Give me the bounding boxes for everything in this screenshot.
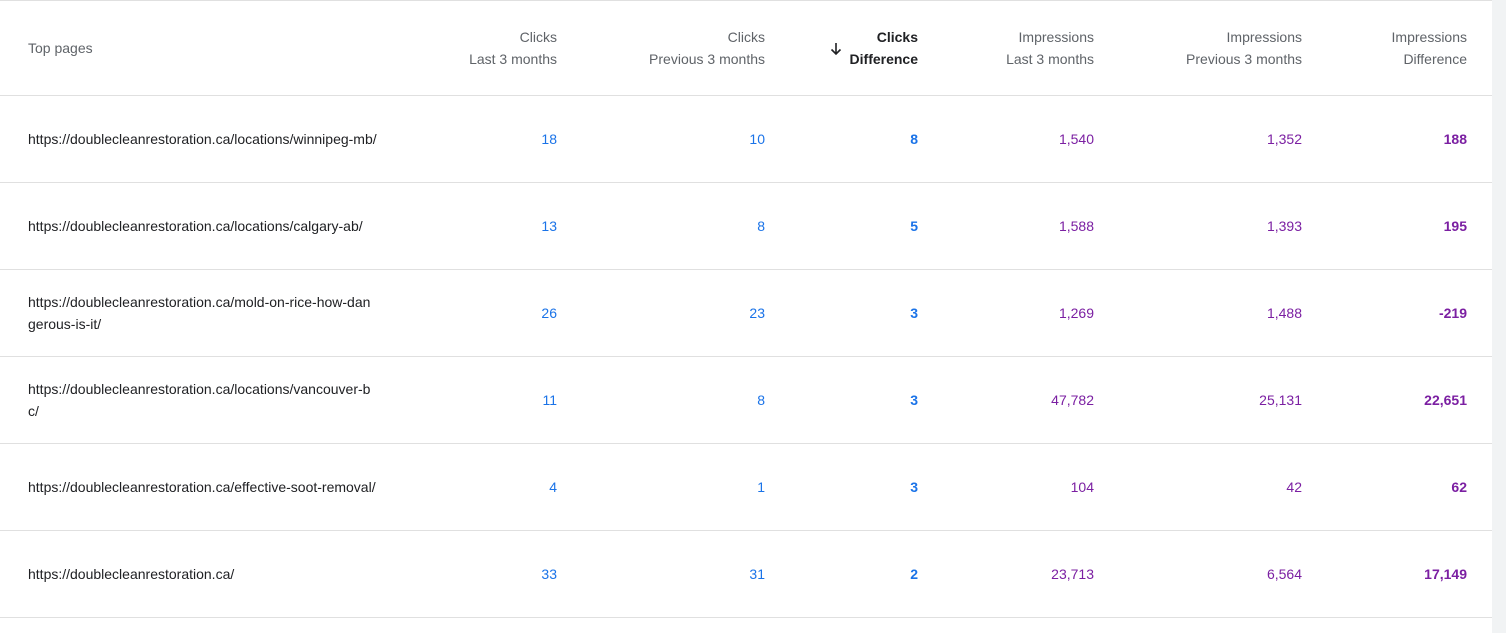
page-url[interactable]: https://doublecleanrestoration.ca/locati… — [0, 356, 402, 444]
clicks-previous-cell: 1 — [557, 443, 765, 531]
clicks-last-cell: 13 — [402, 182, 557, 270]
clicks-previous-cell: 8 — [557, 182, 765, 270]
column-header-period: Previous 3 months — [649, 51, 765, 67]
column-header-impressions-difference[interactable]: Impressions Difference — [1302, 1, 1467, 96]
impressions-previous-cell: 42 — [1094, 443, 1302, 531]
impressions-previous-cell: 25,131 — [1094, 356, 1302, 444]
table-row[interactable]: https://doublecleanrestoration.ca/locati… — [0, 356, 1492, 444]
clicks-previous-cell: 10 — [557, 95, 765, 183]
page-url[interactable]: https://doublecleanrestoration.ca/ — [0, 530, 402, 618]
header-spacer — [1467, 1, 1492, 96]
clicks-last-cell: 26 — [402, 269, 557, 357]
column-header-label: Top pages — [28, 40, 93, 56]
impressions-difference-cell: 195 — [1302, 182, 1467, 270]
row-spacer — [1467, 530, 1492, 618]
impressions-last-cell: 1,588 — [918, 182, 1094, 270]
page-url[interactable]: https://doublecleanrestoration.ca/locati… — [0, 182, 402, 270]
impressions-difference-cell: 62 — [1302, 443, 1467, 531]
column-header-clicks-difference[interactable]: Clicks Difference — [765, 1, 918, 96]
column-header-metric: Impressions — [1018, 29, 1094, 45]
table-row[interactable]: https://doublecleanrestoration.ca/mold-o… — [0, 269, 1492, 357]
table-row[interactable]: https://doublecleanrestoration.ca/locati… — [0, 95, 1492, 183]
column-header-impressions-last[interactable]: Impressions Last 3 months — [918, 1, 1094, 96]
clicks-last-cell: 33 — [402, 530, 557, 618]
table-row[interactable]: https://doublecleanrestoration.ca/locati… — [0, 182, 1492, 270]
column-header-metric: Impressions — [1226, 29, 1302, 45]
column-header-metric: Clicks — [519, 29, 557, 45]
column-header-impressions-previous[interactable]: Impressions Previous 3 months — [1094, 1, 1302, 96]
clicks-last-cell: 4 — [402, 443, 557, 531]
clicks-previous-cell: 23 — [557, 269, 765, 357]
page-url[interactable]: https://doublecleanrestoration.ca/effect… — [0, 443, 402, 531]
impressions-last-cell: 23,713 — [918, 530, 1094, 618]
row-spacer — [1467, 95, 1492, 183]
column-header-period: Last 3 months — [1006, 51, 1094, 67]
impressions-last-cell: 47,782 — [918, 356, 1094, 444]
page-url[interactable]: https://doublecleanrestoration.ca/mold-o… — [0, 269, 402, 357]
clicks-difference-cell: 5 — [765, 182, 918, 270]
clicks-difference-cell: 8 — [765, 95, 918, 183]
impressions-difference-cell: -219 — [1302, 269, 1467, 357]
column-header-period: Difference — [1403, 51, 1467, 67]
impressions-difference-cell: 22,651 — [1302, 356, 1467, 444]
column-header-metric: Impressions — [1391, 29, 1467, 45]
clicks-previous-cell: 8 — [557, 356, 765, 444]
impressions-difference-cell: 17,149 — [1302, 530, 1467, 618]
column-header-clicks-last[interactable]: Clicks Last 3 months — [402, 1, 557, 96]
clicks-difference-cell: 2 — [765, 530, 918, 618]
column-header-clicks-previous[interactable]: Clicks Previous 3 months — [557, 1, 765, 96]
column-header-metric: Clicks — [876, 29, 918, 45]
row-spacer — [1467, 443, 1492, 531]
clicks-difference-cell: 3 — [765, 443, 918, 531]
column-header-metric: Clicks — [727, 29, 765, 45]
clicks-difference-cell: 3 — [765, 269, 918, 357]
column-header-period: Previous 3 months — [1186, 51, 1302, 67]
impressions-difference-cell: 188 — [1302, 95, 1467, 183]
impressions-previous-cell: 6,564 — [1094, 530, 1302, 618]
impressions-last-cell: 1,269 — [918, 269, 1094, 357]
table-header-row: Top pages Clicks Last 3 months Clicks Pr… — [0, 1, 1492, 96]
clicks-last-cell: 11 — [402, 356, 557, 444]
top-pages-table: Top pages Clicks Last 3 months Clicks Pr… — [0, 1, 1492, 618]
impressions-previous-cell: 1,488 — [1094, 269, 1302, 357]
impressions-last-cell: 104 — [918, 443, 1094, 531]
row-spacer — [1467, 182, 1492, 270]
column-header-period: Last 3 months — [469, 51, 557, 67]
arrow-down-icon — [830, 43, 841, 56]
table-row[interactable]: https://doublecleanrestoration.ca/ 33 31… — [0, 530, 1492, 618]
impressions-previous-cell: 1,393 — [1094, 182, 1302, 270]
row-spacer — [1467, 356, 1492, 444]
clicks-difference-cell: 3 — [765, 356, 918, 444]
impressions-previous-cell: 1,352 — [1094, 95, 1302, 183]
column-header-top-pages[interactable]: Top pages — [0, 1, 402, 96]
clicks-previous-cell: 31 — [557, 530, 765, 618]
impressions-last-cell: 1,540 — [918, 95, 1094, 183]
top-pages-card: Top pages Clicks Last 3 months Clicks Pr… — [0, 0, 1492, 633]
clicks-last-cell: 18 — [402, 95, 557, 183]
row-spacer — [1467, 269, 1492, 357]
column-header-period: Difference — [849, 51, 918, 67]
table-row[interactable]: https://doublecleanrestoration.ca/effect… — [0, 443, 1492, 531]
page-url[interactable]: https://doublecleanrestoration.ca/locati… — [0, 95, 402, 183]
